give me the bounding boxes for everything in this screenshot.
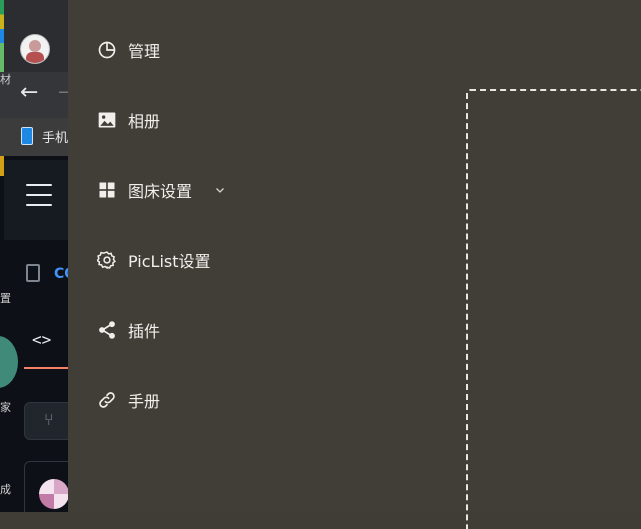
forward-arrow-icon[interactable]: → [58, 82, 68, 103]
menu-item-manage[interactable]: 管理 [96, 36, 160, 64]
desktop-avatar [0, 336, 18, 388]
edge-text: 家 [0, 401, 11, 414]
edge-text: 成 [0, 483, 11, 496]
hamburger-menu-icon[interactable] [26, 184, 52, 206]
edge-text: 材 [0, 73, 11, 86]
phone-icon [21, 127, 33, 145]
share-icon [96, 319, 118, 341]
grid-icon [96, 179, 118, 201]
menu-item-manual[interactable]: 手册 [96, 386, 160, 414]
upload-drop-zone[interactable] [466, 89, 641, 529]
repo-book-icon [26, 264, 40, 282]
edge-text: 置 [0, 292, 11, 305]
code-icon[interactable]: <> [32, 330, 51, 349]
link-icon [96, 389, 118, 411]
active-tab-underline [24, 367, 68, 369]
contributor-avatar[interactable] [39, 479, 68, 509]
chevron-down-icon[interactable] [214, 183, 228, 197]
menu-item-gallery[interactable]: 相册 [96, 106, 160, 134]
menu-item-label: 手册 [128, 392, 161, 411]
bookmark-item[interactable]: 手机 [42, 127, 68, 146]
background-app: ← → 手机 CO <> ⑂ 材 置 家 成 [0, 0, 68, 512]
pie-chart-icon [96, 39, 118, 61]
side-drawer: 管理 相册 图床设置 PicList设置 插件 手册 [68, 0, 641, 529]
menu-item-label: 插件 [128, 322, 161, 341]
menu-item-piclist-settings[interactable]: PicList设置 [96, 246, 211, 274]
profile-avatar[interactable] [20, 34, 50, 64]
menu-item-plugins[interactable]: 插件 [96, 316, 160, 344]
gear-icon [96, 249, 118, 271]
menu-item-label: 管理 [128, 42, 161, 61]
menu-item-label: PicList设置 [128, 252, 211, 271]
menu-item-label: 相册 [128, 112, 161, 131]
menu-item-label: 图床设置 [128, 182, 193, 201]
image-icon [96, 109, 118, 131]
back-arrow-icon[interactable]: ← [20, 80, 38, 105]
branch-icon: ⑂ [44, 410, 54, 429]
desktop-edge [0, 0, 4, 72]
menu-item-picbed-settings[interactable]: 图床设置 [96, 176, 228, 204]
repo-name-link[interactable]: CO [54, 266, 68, 282]
